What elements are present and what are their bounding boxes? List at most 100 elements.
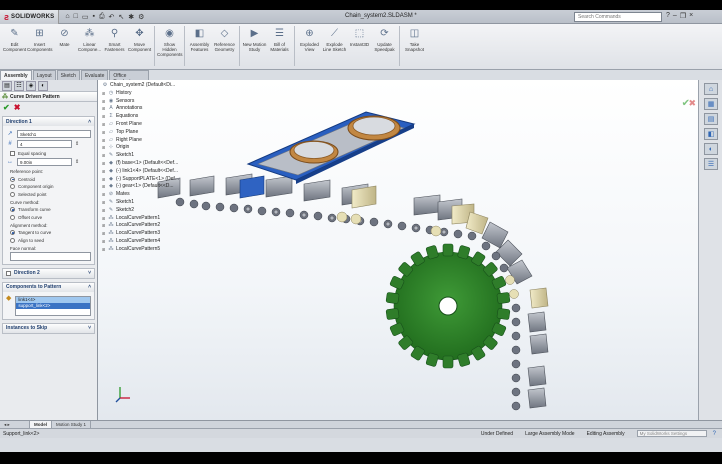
tree-node[interactable]: ⊞ Σ Equations [102, 113, 202, 121]
radio-component-origin[interactable]: Component origin [10, 184, 91, 189]
expand-icon[interactable]: ⊞ [102, 144, 106, 152]
tab-scroll-arrows-icon[interactable]: ◂ ▸ [0, 421, 30, 428]
new-document-icon[interactable]: □ [74, 13, 78, 21]
update-speedpak-button[interactable]: ⟳ Update Speedpak [372, 24, 397, 68]
undo-icon[interactable]: ↶ [109, 13, 115, 21]
confirmation-corner-cancel-icon[interactable]: ✖ [688, 98, 696, 109]
chain-upper[interactable] [157, 173, 489, 241]
tree-node[interactable]: ⊞ ✎ Sketch2 [102, 207, 202, 215]
design-library-icon[interactable]: ▦ [704, 98, 718, 110]
new-motion-study-button[interactable]: ▶ New Motion Study [242, 24, 267, 68]
graphics-area[interactable]: ⚙ Chain_system2 (Default<Di... ⊞ ◷ History ⊞… [98, 80, 698, 420]
expand-icon[interactable]: ⊞ [102, 207, 106, 215]
tree-node[interactable]: ⊞ ⁂ LocalCurvePattern3 [102, 230, 202, 238]
save-icon[interactable]: ▪ [92, 13, 94, 21]
face-normal-field[interactable] [10, 251, 91, 261]
instant3d-button[interactable]: ⬚ Instant3D [347, 24, 372, 68]
support-plate[interactable] [246, 111, 416, 184]
tab-sketch[interactable]: Sketch [56, 70, 80, 80]
file-explorer-icon[interactable]: ▤ [704, 113, 718, 125]
tree-node[interactable]: ⊞ ◷ History [102, 90, 202, 98]
spacing-field[interactable]: 9.00in [17, 158, 72, 166]
rebuild-icon[interactable]: ✱ [128, 13, 134, 21]
display-manager-tab-icon[interactable]: ◐ [38, 81, 48, 91]
expand-icon[interactable]: ⊞ [102, 199, 106, 207]
collapse-icon[interactable]: ˄ [88, 284, 91, 290]
insert-components-button[interactable]: ⊞ Insert Components [27, 24, 53, 68]
minimize-icon[interactable]: – [673, 12, 677, 20]
instances-spinner-icon[interactable]: ⇕ [75, 141, 79, 147]
show-hidden-button[interactable]: ◉ Show Hidden Components [157, 24, 183, 68]
view-palette-icon[interactable]: ◧ [704, 128, 718, 140]
bill-of-materials-button[interactable]: ☰ Bill of Materials [267, 24, 292, 68]
tab-evaluate[interactable]: Evaluate [80, 70, 109, 80]
expand-icon[interactable]: ⊞ [102, 230, 106, 238]
expand-icon[interactable]: ⊞ [102, 152, 106, 160]
expand-icon[interactable]: ˅ [88, 270, 91, 276]
tree-node[interactable]: ⊞ ✎ Sketch1 [102, 152, 202, 160]
tab-model[interactable]: Model [30, 421, 52, 428]
tree-node[interactable]: ⊞ ▱ Top Plane [102, 129, 202, 137]
edit-component-button[interactable]: ✎ Edit Component [2, 24, 27, 68]
exploded-view-button[interactable]: ⊕ Exploded View [297, 24, 322, 68]
property-manager-tab-icon[interactable]: ☷ [14, 81, 24, 91]
cancel-icon[interactable]: ✖ [14, 103, 21, 112]
mate-button[interactable]: ⊘ Mate [52, 24, 77, 68]
solidworks-resources-icon[interactable]: ⌂ [704, 83, 718, 95]
home-icon[interactable]: ⌂ [65, 13, 69, 21]
radio-offset-curve[interactable]: Offset curve [10, 214, 91, 220]
expand-icon[interactable]: ⊞ [102, 176, 106, 184]
tab-motion-study-1[interactable]: Motion Study 1 [52, 421, 92, 428]
tab-layout[interactable]: Layout [32, 70, 56, 80]
reference-geometry-button[interactable]: ◇ Reference Geometry [212, 24, 237, 68]
components-list[interactable]: link1<4> support_link<2> [15, 295, 91, 316]
tree-node[interactable]: ⊞ ⁂ LocalCurvePattern2 [102, 222, 202, 230]
equal-spacing-checkbox[interactable]: Equal spacing [10, 150, 91, 156]
linear-pattern-button[interactable]: ⁂ Linear Compone... [77, 24, 102, 68]
components-header[interactable]: Components to Pattern ˄ [3, 282, 94, 292]
sprocket-gear[interactable] [385, 243, 511, 369]
search-commands-input[interactable]: Search Commands [574, 12, 662, 22]
tree-node[interactable]: ⊞ ⁂ LocalCurvePattern4 [102, 238, 202, 246]
tree-node[interactable]: ⊞ ✎ Sketch1 [102, 199, 202, 207]
configuration-manager-tab-icon[interactable]: ◈ [26, 81, 36, 91]
expand-icon[interactable]: ⊞ [102, 238, 106, 246]
help-icon[interactable]: ? [666, 12, 670, 20]
tree-node[interactable]: ⊞ ◆ (-) SupportPLATE<1> (Def... [102, 176, 202, 184]
appearances-icon[interactable]: ◐ [704, 143, 718, 155]
user-settings-field[interactable]: My SolidWorks Settings [636, 430, 707, 437]
radio-transform-curve[interactable]: Transform curve [10, 207, 91, 212]
expand-icon[interactable]: ⊞ [102, 183, 106, 191]
move-component-button[interactable]: ✥ Move Component [127, 24, 152, 68]
list-item[interactable]: support_link<2> [16, 302, 90, 309]
tree-node[interactable]: ⊞ ⁂ LocalCurvePattern1 [102, 215, 202, 223]
expand-icon[interactable]: ⊞ [102, 137, 106, 145]
print-icon[interactable]: ⎙ [99, 13, 105, 21]
expand-icon[interactable]: ⊞ [102, 246, 106, 254]
instances-to-skip-header[interactable]: Instances to Skip ˅ [3, 323, 94, 333]
tree-node[interactable]: ⊞ ◆ (f) base<1> (Default<<Def... [102, 160, 202, 168]
expand-icon[interactable]: ⊞ [102, 215, 106, 223]
select-icon[interactable]: ↖ [118, 13, 124, 21]
custom-properties-icon[interactable]: ☰ [704, 158, 718, 170]
tree-node[interactable]: ⊞ ⊹ Origin [102, 144, 202, 152]
tree-node[interactable]: ⊞ ⁂ LocalCurvePattern5 [102, 246, 202, 254]
direction2-header[interactable]: Direction 2 ˅ [3, 268, 94, 278]
close-icon[interactable]: × [689, 12, 693, 20]
explode-line-sketch-button[interactable]: ⟋ Explode Line Sketch [322, 24, 347, 68]
expand-icon[interactable]: ⊞ [102, 129, 106, 137]
expand-icon[interactable]: ⊞ [102, 90, 106, 98]
expand-icon[interactable]: ⊞ [102, 168, 106, 176]
feature-manager-tab-icon[interactable]: ▤ [2, 81, 12, 91]
direction2-checkbox[interactable] [6, 270, 11, 276]
radio-centroid[interactable]: Centroid [10, 176, 91, 182]
tab-assembly[interactable]: Assembly [0, 70, 32, 80]
tree-node[interactable]: ⊞ ◆ (-) gear<1> (Default<<D... [102, 183, 202, 191]
help-icon[interactable]: ? [713, 431, 716, 437]
expand-icon[interactable]: ⊞ [102, 191, 106, 199]
expand-icon[interactable]: ⊞ [102, 160, 106, 168]
restore-icon[interactable]: ❐ [680, 12, 686, 20]
expand-icon[interactable]: ⊞ [102, 121, 106, 129]
radio-align-to-seed[interactable]: Align to seed [10, 237, 91, 243]
open-icon[interactable]: ▭ [82, 13, 89, 21]
